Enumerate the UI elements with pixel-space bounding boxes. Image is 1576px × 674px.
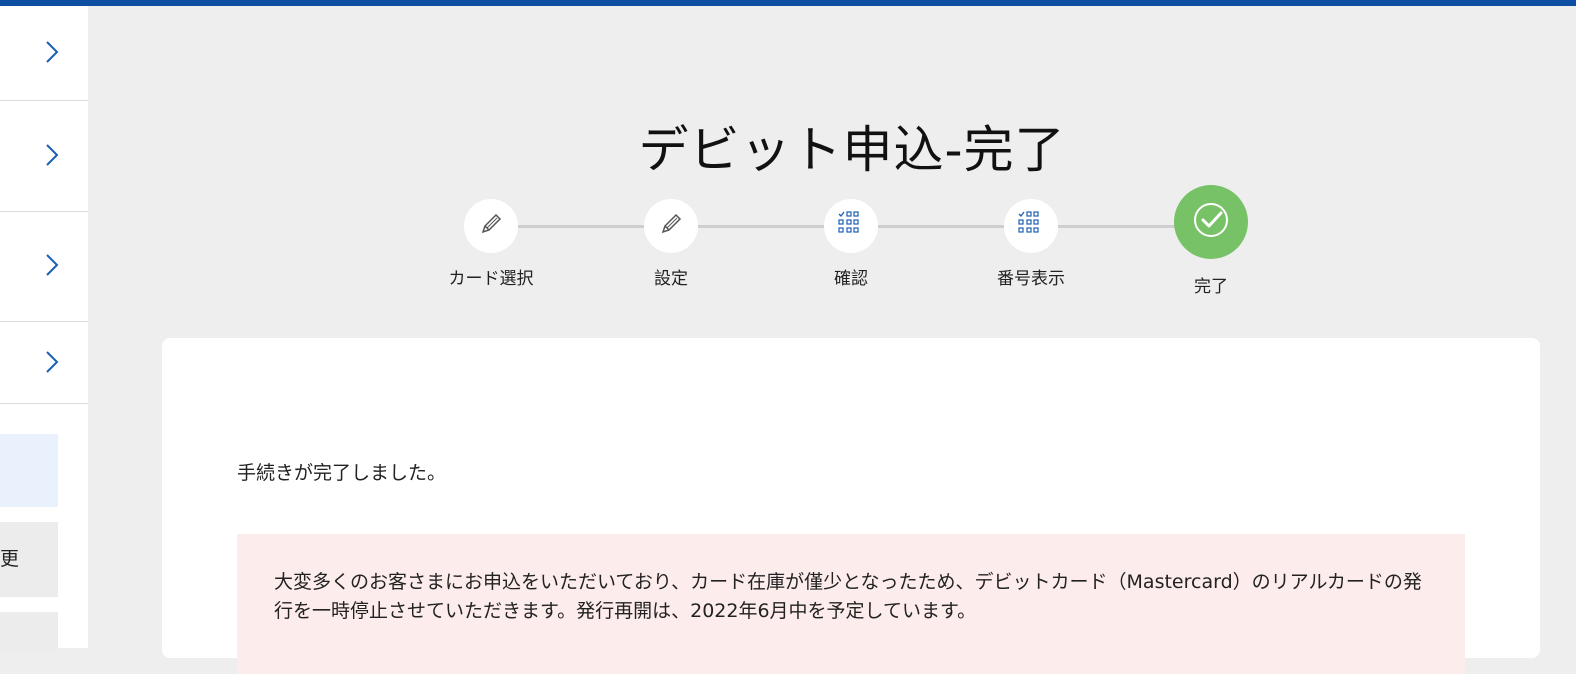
- chevron-right-icon: [44, 40, 60, 64]
- sidebar-item-2[interactable]: [0, 101, 88, 212]
- page-title: デビット申込-完了: [638, 120, 1066, 179]
- sidebar-menu-item-active[interactable]: [0, 434, 58, 507]
- sidebar-menu-item[interactable]: [0, 612, 58, 652]
- chevron-right-icon: [44, 350, 60, 374]
- sidebar-menu-label: 更: [0, 548, 20, 570]
- chevron-right-icon: [44, 253, 60, 277]
- chevron-right-icon: [44, 143, 60, 167]
- content-card: 手続きが完了しました。 大変多くのお客さまにお申込をいただいており、カード在庫が…: [162, 338, 1540, 674]
- notice-text: 大変多くのお客さまにお申込をいただいており、カード在庫が僅少となったため、デビッ…: [274, 571, 1422, 622]
- sidebar-item-3[interactable]: [0, 212, 88, 322]
- completion-message: 手続きが完了しました。: [237, 462, 447, 484]
- sidebar: 更: [0, 6, 88, 652]
- sidebar-item-4[interactable]: [0, 322, 88, 404]
- notice-box: 大変多くのお客さまにお申込をいただいており、カード在庫が僅少となったため、デビッ…: [237, 534, 1465, 674]
- sidebar-item-1[interactable]: [0, 6, 88, 101]
- sidebar-menu-item[interactable]: 更: [0, 522, 58, 597]
